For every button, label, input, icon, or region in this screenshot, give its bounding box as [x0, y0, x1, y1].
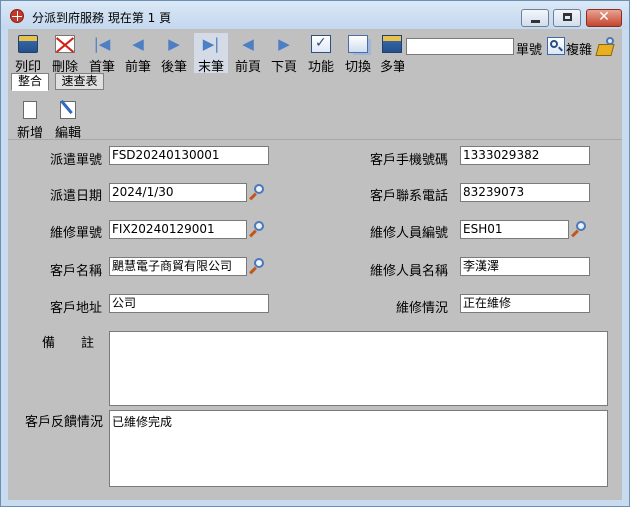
dispatch-no-field[interactable]: FSD20240130001: [109, 146, 269, 165]
switch-label: 切換: [344, 60, 371, 75]
delete-button[interactable]: 刪除: [48, 33, 82, 75]
new-button[interactable]: 新增: [14, 100, 46, 141]
previous-record-label: 前筆: [124, 60, 151, 75]
customer-phone-field[interactable]: 83239073: [460, 183, 590, 202]
search-button[interactable]: [547, 37, 565, 55]
print-button[interactable]: 列印: [12, 33, 44, 75]
next-record-label: 後筆: [160, 60, 187, 75]
first-record-button[interactable]: |◀ 首筆: [86, 33, 118, 75]
switch-icon: [348, 35, 368, 53]
customer-name-label: 客戶名稱: [49, 264, 102, 279]
repair-no-label: 維修單號: [49, 226, 102, 241]
next-page-icon: ▶: [278, 35, 290, 53]
minimize-icon: [531, 20, 540, 23]
delete-icon: [55, 35, 75, 53]
technician-id-label: 維修人員編號: [369, 226, 448, 241]
app-window: 分派到府服務 現在第 1 頁 ✕ 列印 刪除 |◀ 首筆 ◀ 前筆 ▶ 後筆 ▶…: [0, 0, 630, 507]
customer-address-field[interactable]: 公司: [109, 294, 269, 313]
minimize-button[interactable]: [521, 9, 549, 27]
previous-record-button[interactable]: ◀ 前筆: [122, 33, 154, 75]
repair-status-label: 維修情況: [395, 301, 448, 316]
search-label: 單號: [516, 43, 543, 58]
app-icon: [10, 9, 24, 23]
multi-record-icon: [382, 35, 402, 53]
technician-name-field[interactable]: 李漢澤: [460, 257, 590, 276]
close-icon: ✕: [598, 9, 610, 25]
customer-mobile-field[interactable]: 1333029382: [460, 146, 590, 165]
last-record-label: 末筆: [197, 60, 224, 75]
search-icon: [550, 40, 558, 48]
panel-divider: [8, 139, 622, 140]
feedback-label: 客戶反饋情況: [24, 415, 103, 430]
previous-page-label: 前頁: [234, 60, 261, 75]
technician-id-lookup-icon[interactable]: [571, 220, 589, 238]
previous-page-button[interactable]: ◀ 前頁: [232, 33, 264, 75]
edit-button[interactable]: 編輯: [52, 100, 84, 141]
next-page-label: 下頁: [270, 60, 297, 75]
function-icon: [311, 35, 331, 53]
customer-mobile-label: 客戶手機號碼: [369, 153, 448, 168]
switch-button[interactable]: 切換: [342, 33, 374, 75]
printer-icon: [18, 35, 38, 53]
last-record-icon: ▶|: [202, 35, 220, 53]
feedback-textarea[interactable]: 已維修完成: [109, 410, 608, 487]
edit-icon: [60, 101, 76, 119]
next-record-button[interactable]: ▶ 後筆: [158, 33, 190, 75]
tab-integrated[interactable]: 整合: [11, 73, 49, 91]
remarks-textarea[interactable]: [109, 331, 608, 406]
search-input[interactable]: [406, 38, 514, 55]
remarks-label: 備 註: [41, 336, 94, 351]
repair-status-field[interactable]: 正在維修: [460, 294, 590, 313]
customer-name-lookup-icon[interactable]: [249, 257, 267, 275]
customer-phone-label: 客戶聯系電話: [369, 189, 448, 204]
first-record-icon: |◀: [93, 35, 111, 53]
next-page-button[interactable]: ▶ 下頁: [268, 33, 300, 75]
previous-page-icon: ◀: [242, 35, 254, 53]
repair-no-field[interactable]: FIX20240129001: [109, 220, 247, 239]
multi-record-button[interactable]: 多筆: [380, 33, 404, 73]
dispatch-date-label: 派遣日期: [49, 189, 102, 204]
copy-label[interactable]: 複雜: [566, 39, 592, 58]
customer-name-field[interactable]: 颶慧電子商貿有限公司: [109, 257, 247, 276]
technician-name-label: 維修人員名稱: [369, 264, 448, 279]
function-button[interactable]: 功能: [305, 33, 337, 75]
function-label: 功能: [307, 60, 334, 75]
multi-record-label: 多筆: [380, 60, 404, 73]
maximize-button[interactable]: [553, 9, 581, 27]
client-area: 列印 刪除 |◀ 首筆 ◀ 前筆 ▶ 後筆 ▶| 末筆 ◀ 前頁 ▶ 下頁 ✓ …: [8, 29, 622, 500]
tool-icon[interactable]: [597, 37, 617, 55]
tab-quick-lookup[interactable]: 速查表: [55, 73, 104, 90]
customer-address-label: 客戶地址: [49, 301, 102, 316]
technician-id-field[interactable]: ESH01: [460, 220, 569, 239]
new-document-icon: [23, 101, 37, 119]
last-record-button[interactable]: ▶| 末筆: [194, 33, 228, 75]
dispatch-date-lookup-icon[interactable]: [249, 183, 267, 201]
close-button[interactable]: ✕: [586, 9, 622, 27]
repair-no-lookup-icon[interactable]: [249, 220, 267, 238]
dispatch-no-label: 派遣單號: [49, 153, 102, 168]
maximize-icon: [563, 13, 572, 21]
previous-record-icon: ◀: [132, 35, 144, 53]
window-title: 分派到府服務 現在第 1 頁: [32, 11, 172, 25]
dispatch-date-field[interactable]: 2024/1/30: [109, 183, 247, 202]
next-record-icon: ▶: [168, 35, 180, 53]
title-bar[interactable]: 分派到府服務 現在第 1 頁 ✕: [1, 1, 629, 29]
